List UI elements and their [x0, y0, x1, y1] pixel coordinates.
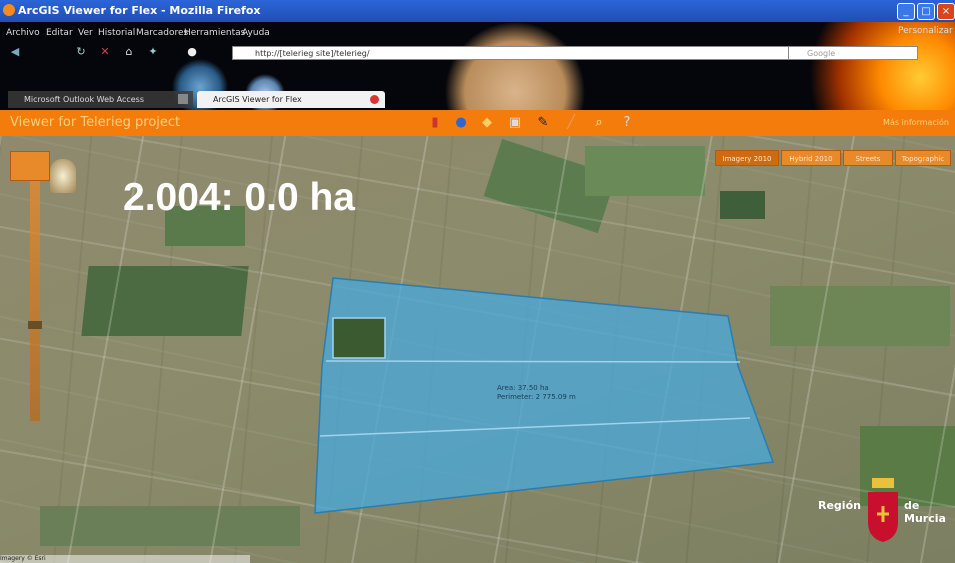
map-attribution: Imagery © Esri [0, 555, 250, 563]
address-bar[interactable]: http://[telerieg site]/telerieg/ [232, 46, 792, 60]
close-tab-icon[interactable] [370, 95, 379, 104]
home-icon[interactable]: ⌂ [122, 45, 136, 59]
measure-icon[interactable]: ╱ [562, 114, 580, 132]
stop-icon[interactable]: ✕ [98, 45, 112, 59]
minimize-button[interactable]: _ [897, 3, 915, 20]
basemap-hybrid-button[interactable]: Hybrid 2010 [781, 150, 841, 166]
menu-herramientas[interactable]: Herramientas [184, 28, 245, 38]
app-title: Viewer for Telerieg project [10, 115, 181, 130]
region-text-left: Región [818, 499, 861, 512]
chat-icon[interactable]: ● [185, 45, 199, 59]
bookmark-icon[interactable]: ▮ [426, 114, 444, 132]
firefox-icon [3, 4, 15, 16]
tab-label: ArcGIS Viewer for Flex [213, 95, 302, 104]
menu-marcadores[interactable]: Marcadores [136, 28, 188, 38]
zoom-slider[interactable] [28, 181, 42, 421]
menu-ver[interactable]: Ver [78, 28, 93, 38]
basemap-topo-button[interactable]: Topographic [895, 150, 951, 166]
menu-editar[interactable]: Editar [46, 28, 73, 38]
close-button[interactable]: × [937, 3, 955, 20]
browser-chrome: Archivo Editar Ver Historial Marcadores … [0, 22, 955, 110]
personalize-link[interactable]: Personalizar [898, 26, 953, 36]
menu-ayuda[interactable]: Ayuda [242, 28, 270, 38]
maximize-button[interactable]: □ [917, 3, 935, 20]
search-icon[interactable]: ⌕ [590, 114, 608, 132]
basemap-streets-button[interactable]: Streets [843, 150, 893, 166]
overview-panel[interactable] [10, 151, 50, 181]
region-murcia-logo: Región de Murcia [818, 478, 953, 562]
pin-icon [50, 159, 76, 193]
menu-historial[interactable]: Historial [98, 28, 135, 38]
window-title: ArcGIS Viewer for Flex - Mozilla Firefox [18, 4, 261, 17]
project-logo[interactable] [10, 151, 80, 196]
polygon-measurement: Area: 37.50 ha Perimeter: 2 775.09 m [497, 384, 576, 402]
basemap-switcher: Imagery 2010 Hybrid 2010 Streets Topogra… [715, 150, 951, 166]
coat-of-arms-icon [868, 478, 898, 542]
tab-outlook[interactable]: Microsoft Outlook Web Access [8, 91, 193, 108]
polygon-perimeter: Perimeter: 2 775.09 m [497, 393, 576, 401]
tab-label: Microsoft Outlook Web Access [24, 95, 145, 104]
reload-icon[interactable]: ↻ [74, 45, 88, 59]
globe-icon[interactable]: ● [452, 114, 470, 132]
tab-arcgis[interactable]: ArcGIS Viewer for Flex [197, 91, 385, 108]
parcel-area-label: 2.004: 0.0 ha [123, 176, 355, 219]
bookmark-star-icon[interactable]: ✦ [146, 45, 160, 59]
basemap-imagery-button[interactable]: Imagery 2010 [715, 150, 779, 166]
print-icon[interactable]: ▣ [506, 114, 524, 132]
map-view[interactable]: Area: 37.50 ha Perimeter: 2 775.09 m Ima… [0, 136, 955, 563]
search-input[interactable]: Google [788, 46, 918, 60]
draw-icon[interactable]: ✎ [534, 114, 552, 132]
info-link[interactable]: Más información [883, 118, 949, 127]
layers-icon[interactable]: ◆ [478, 114, 496, 132]
menu-archivo[interactable]: Archivo [6, 28, 40, 38]
tab-list-icon[interactable] [178, 94, 188, 104]
zoom-handle[interactable] [28, 321, 42, 329]
window-titlebar: ArcGIS Viewer for Flex - Mozilla Firefox… [0, 0, 955, 22]
help-icon[interactable]: ? [618, 114, 636, 132]
region-text-right: de Murcia [904, 499, 946, 525]
back-icon[interactable]: ◀ [8, 45, 22, 59]
polygon-area: Area: 37.50 ha [497, 384, 549, 392]
